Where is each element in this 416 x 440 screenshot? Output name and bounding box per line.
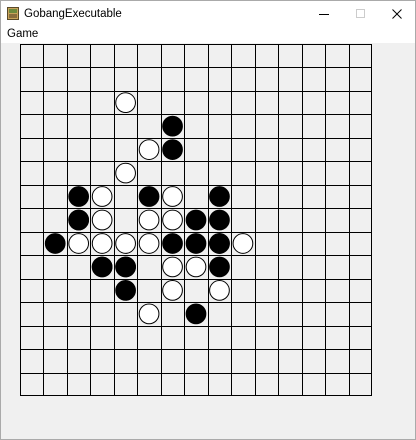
white-stone: [162, 209, 183, 231]
black-stone: [209, 186, 230, 207]
black-stone: [138, 186, 160, 207]
black-stone: [162, 233, 183, 254]
white-stone: [91, 186, 113, 207]
black-stone: [209, 256, 230, 278]
white-stone: [162, 256, 183, 278]
black-stone: [68, 186, 90, 207]
white-stone: [162, 186, 183, 207]
menu-bar: Game: [1, 27, 415, 43]
white-stone: [91, 209, 113, 231]
black-stone: [68, 209, 90, 231]
minimize-icon: [319, 14, 329, 15]
white-stone: [209, 280, 230, 301]
menu-game[interactable]: Game: [6, 28, 39, 40]
maximize-button[interactable]: [342, 1, 380, 27]
black-stone: [44, 233, 66, 254]
black-stone: [185, 303, 207, 325]
black-stone: [115, 280, 136, 301]
black-stone: [162, 139, 183, 160]
white-stone: [162, 280, 183, 301]
white-stone: [232, 233, 254, 254]
white-stone: [115, 92, 136, 114]
white-stone: [91, 233, 113, 254]
app-icon: [7, 7, 19, 20]
black-stone: [209, 209, 230, 231]
white-stone: [115, 162, 136, 184]
close-icon: [392, 9, 402, 19]
maximize-icon: [356, 9, 365, 18]
white-stone: [138, 209, 160, 231]
white-stone: [115, 233, 136, 254]
white-stone: [138, 303, 160, 325]
black-stone: [185, 233, 207, 254]
black-stone: [162, 115, 183, 137]
white-stone: [185, 256, 207, 278]
black-stone: [209, 233, 230, 254]
game-window: GobangExecutable Game: [0, 0, 416, 440]
white-stone: [68, 233, 90, 254]
black-stone: [185, 209, 207, 231]
white-stone: [138, 233, 160, 254]
window-title: GobangExecutable: [24, 8, 122, 20]
title-bar[interactable]: GobangExecutable: [1, 1, 415, 27]
white-stone: [138, 139, 160, 160]
gobang-board[interactable]: [20, 44, 372, 396]
black-stone: [115, 256, 136, 278]
minimize-button[interactable]: [305, 1, 343, 27]
close-button[interactable]: [378, 1, 416, 27]
black-stone: [91, 256, 113, 278]
